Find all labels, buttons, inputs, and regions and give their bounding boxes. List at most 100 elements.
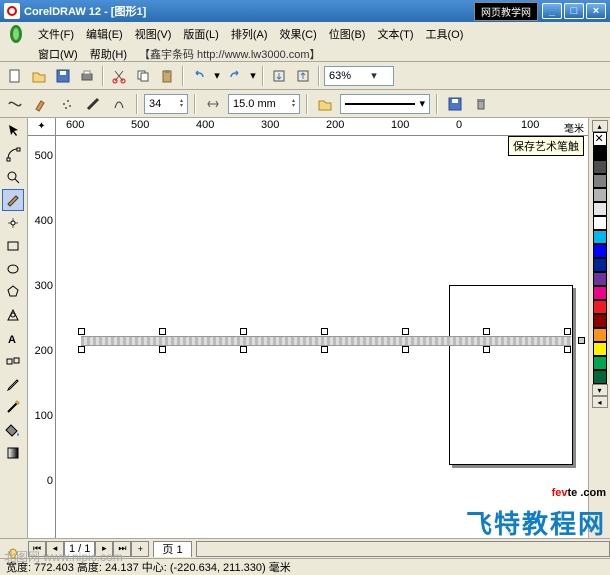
selection-handle[interactable] [240,346,247,353]
menu-tools[interactable]: 工具(O) [420,24,470,44]
eyedropper-tool[interactable] [2,373,24,395]
maximize-button[interactable]: □ [564,3,584,19]
color-swatch[interactable] [593,230,607,244]
palette-up[interactable]: ▴ [592,120,608,132]
spinner-icon[interactable]: ▴▾ [180,99,183,109]
import-button[interactable] [268,65,290,87]
zoom-level[interactable]: 63% ▾ [324,66,394,86]
close-button[interactable]: × [586,3,606,19]
selection-handle[interactable] [240,328,247,335]
delete-stroke-button[interactable] [470,93,492,115]
color-swatch[interactable] [593,370,607,384]
browse-stroke-button[interactable] [314,93,336,115]
color-swatch[interactable] [593,272,607,286]
color-swatch[interactable] [593,314,607,328]
selection-handle[interactable] [159,346,166,353]
swatch-none[interactable] [593,132,607,146]
color-swatch[interactable] [593,202,607,216]
page-add[interactable]: + [131,541,149,557]
selection-handle[interactable] [483,328,490,335]
pick-tool[interactable] [2,120,24,142]
undo-dropdown[interactable]: ▾ [212,65,222,87]
menu-effects[interactable]: 效果(C) [274,24,323,44]
ruler-horizontal[interactable]: ✦ 600 500 400 300 200 100 0 100 毫米 [28,118,588,136]
color-swatch[interactable] [593,244,607,258]
selection-handle[interactable] [159,328,166,335]
color-swatch[interactable] [593,258,607,272]
selection-end[interactable] [578,337,585,344]
artistic-stroke[interactable] [81,336,571,346]
spinner-icon[interactable]: ▴▾ [292,99,295,109]
freehand-tool[interactable] [2,189,24,211]
polygon-tool[interactable] [2,281,24,303]
basic-shapes-tool[interactable] [2,304,24,326]
blend-tool[interactable] [2,350,24,372]
color-swatch[interactable] [593,216,607,230]
fill-tool[interactable] [2,419,24,441]
export-button[interactable] [292,65,314,87]
palette-down[interactable]: ▾ [592,384,608,396]
color-swatch[interactable] [593,300,607,314]
selection-handle[interactable] [564,346,571,353]
color-swatch[interactable] [593,188,607,202]
color-swatch[interactable] [593,356,607,370]
color-swatch[interactable] [593,174,607,188]
open-button[interactable] [28,65,50,87]
save-button[interactable] [52,65,74,87]
paste-button[interactable] [156,65,178,87]
outline-tool[interactable] [2,396,24,418]
sprayer-tool-icon[interactable] [56,93,78,115]
redo-dropdown[interactable]: ▾ [248,65,258,87]
rectangle-tool[interactable] [2,235,24,257]
page-tab[interactable]: 页 1 [153,541,191,557]
calligraphic-tool-icon[interactable] [82,93,104,115]
color-swatch[interactable] [593,328,607,342]
pressure-tool-icon[interactable] [108,93,130,115]
chevron-down-icon[interactable]: ▾ [419,97,425,110]
selection-handle[interactable] [402,328,409,335]
brush-tool-icon[interactable] [30,93,52,115]
color-swatch[interactable] [593,286,607,300]
color-swatch[interactable] [593,146,607,160]
ellipse-tool[interactable] [2,258,24,280]
ruler-origin[interactable]: ✦ [28,118,56,135]
undo-button[interactable] [188,65,210,87]
selection-handle[interactable] [402,346,409,353]
copy-button[interactable] [132,65,154,87]
selection-handle[interactable] [321,346,328,353]
smart-draw-tool[interactable] [2,212,24,234]
selection-handle[interactable] [321,328,328,335]
stroke-list-dropdown[interactable]: ▾ [340,94,430,114]
menu-help[interactable]: 帮助(H) [84,44,133,64]
palette-flyout[interactable]: ◂ [592,396,608,408]
menu-view[interactable]: 视图(V) [129,24,178,44]
interactive-fill-tool[interactable] [2,442,24,464]
width-input[interactable]: 15.0 mm ▴▾ [228,94,300,114]
menu-bitmaps[interactable]: 位图(B) [323,24,372,44]
menu-edit[interactable]: 编辑(E) [80,24,129,44]
save-stroke-button[interactable] [444,93,466,115]
zoom-tool[interactable] [2,166,24,188]
horizontal-scrollbar[interactable] [196,541,610,557]
cut-button[interactable] [108,65,130,87]
menu-arrange[interactable]: 排列(A) [225,24,274,44]
menu-layout[interactable]: 版面(L) [177,24,224,44]
selection-handle[interactable] [564,328,571,335]
new-button[interactable] [4,65,26,87]
ruler-vertical[interactable]: 500 400 300 200 100 0 [28,136,56,538]
print-button[interactable] [76,65,98,87]
menu-window[interactable]: 窗口(W) [32,44,84,64]
color-swatch[interactable] [593,160,607,174]
menu-file[interactable]: 文件(F) [32,24,80,44]
text-tool[interactable]: A [2,327,24,349]
redo-button[interactable] [224,65,246,87]
selection-handle[interactable] [78,328,85,335]
chevron-down-icon[interactable]: ▾ [359,69,389,82]
menu-text[interactable]: 文本(T) [371,24,419,44]
selection-handle[interactable] [483,346,490,353]
preset-tool-icon[interactable] [4,93,26,115]
minimize-button[interactable]: _ [542,3,562,19]
smoothing-input[interactable]: 34 ▴▾ [144,94,188,114]
selection-handle[interactable] [78,346,85,353]
color-swatch[interactable] [593,342,607,356]
